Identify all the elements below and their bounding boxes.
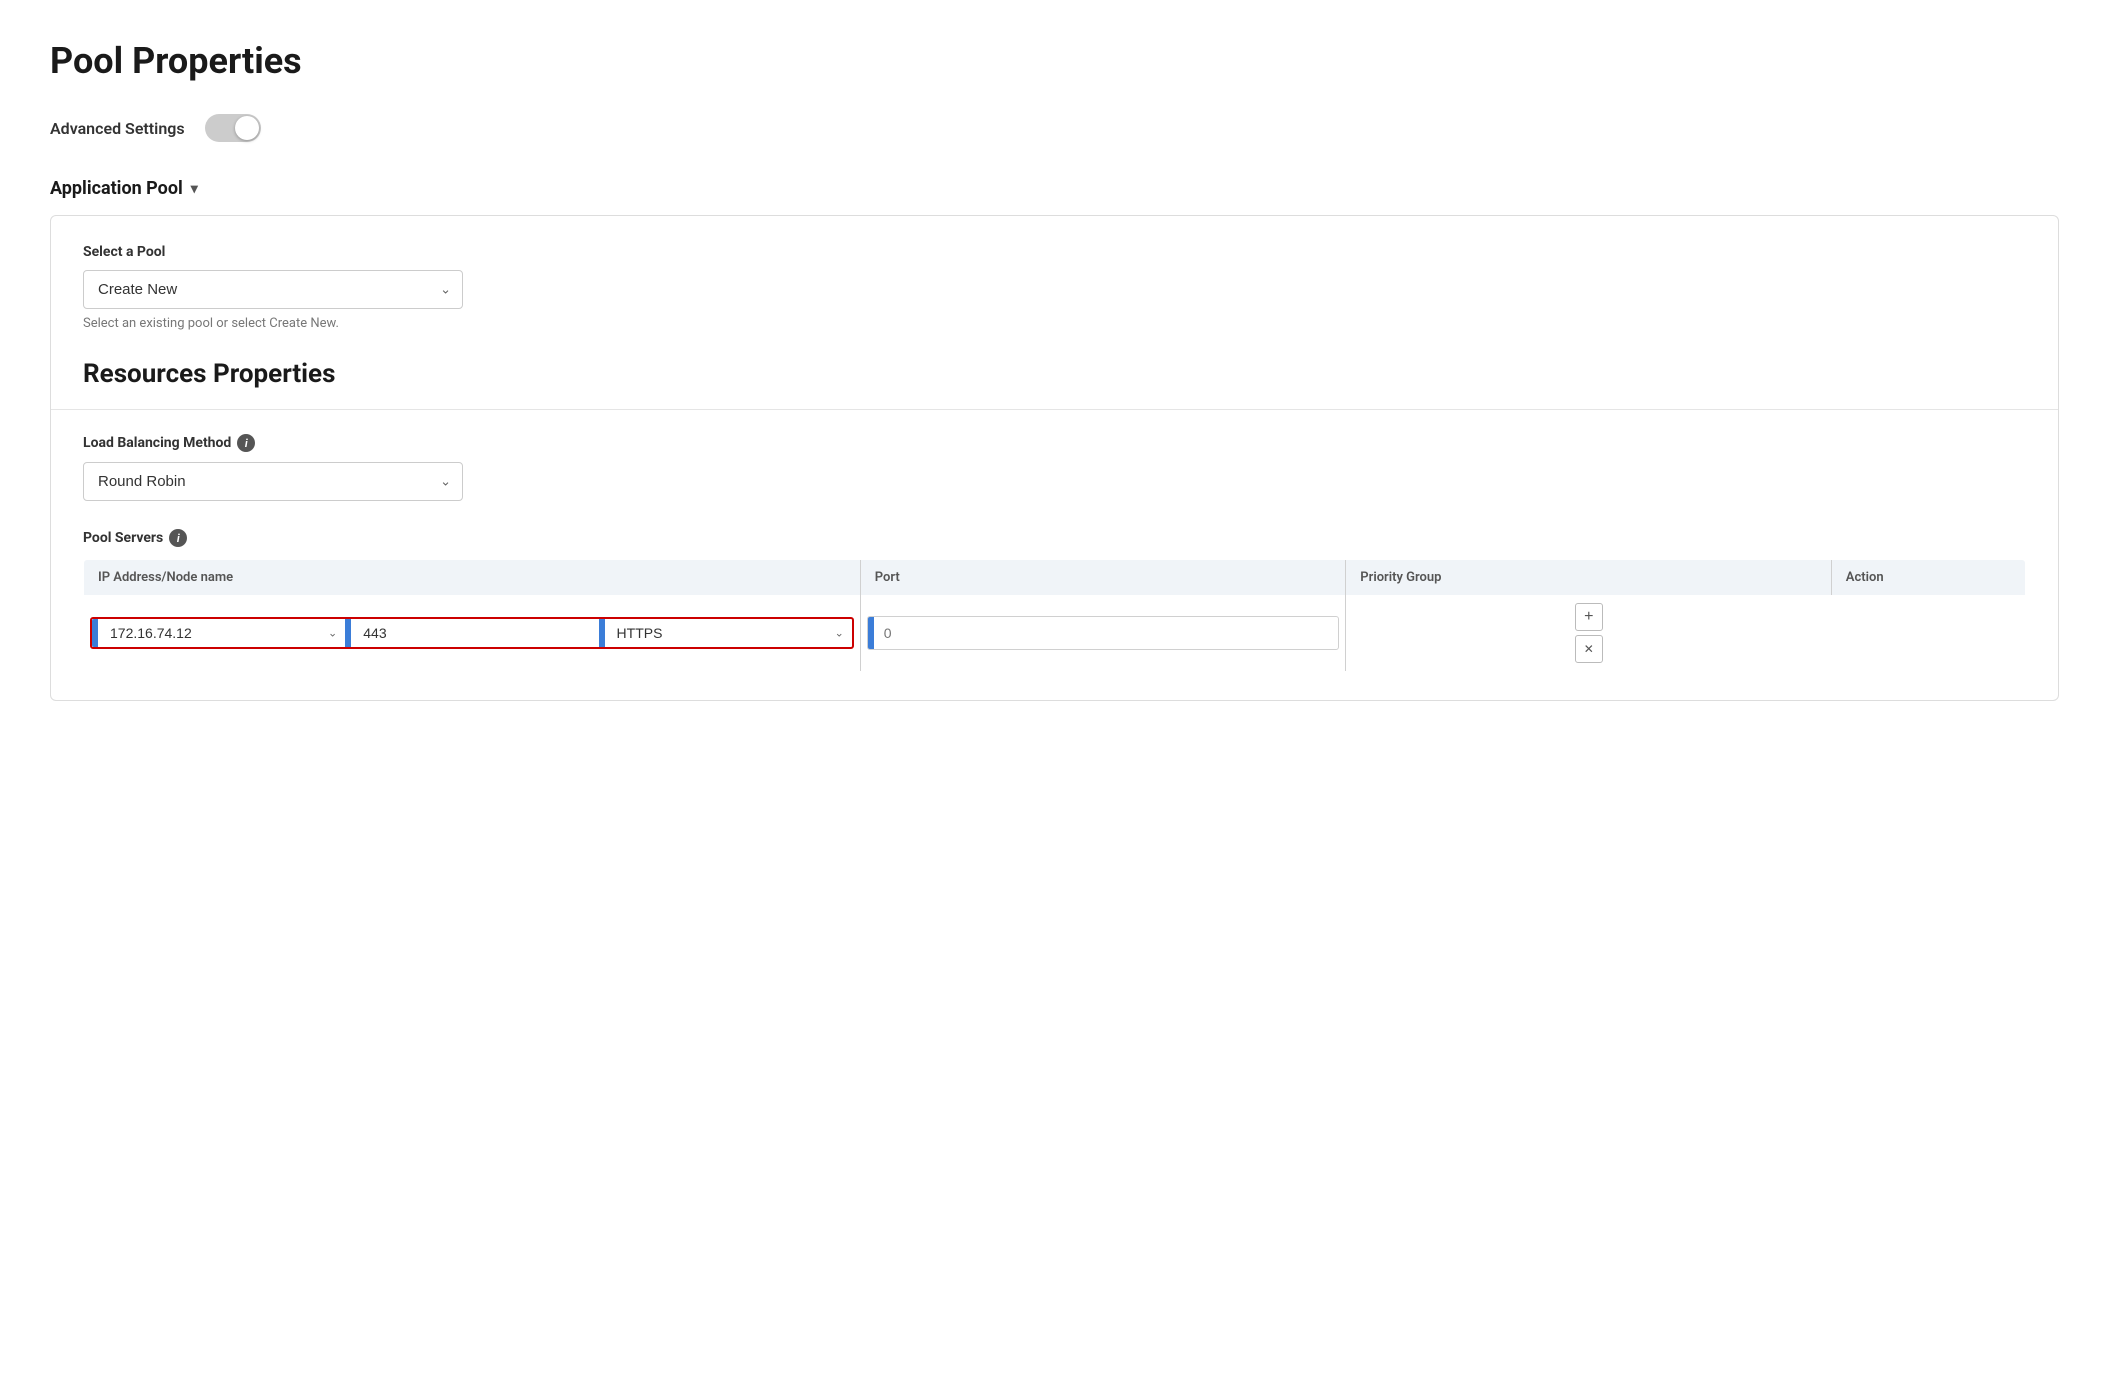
td-priority bbox=[860, 595, 1346, 672]
pool-servers-table: IP Address/Node name Port Priority Group… bbox=[83, 559, 2026, 672]
col-header-action: Action bbox=[1831, 560, 2025, 596]
select-pool-wrapper: Create New Pool 1 Pool 2 ⌄ bbox=[83, 270, 463, 309]
port-input[interactable] bbox=[355, 619, 415, 647]
ip-address-dropdown[interactable]: 172.16.74.12 bbox=[102, 619, 341, 647]
application-pool-section-header[interactable]: Application Pool ▾ bbox=[50, 178, 2059, 199]
load-balancing-dropdown[interactable]: Round Robin Least Connections IP Hash bbox=[83, 462, 463, 501]
add-row-button[interactable]: + bbox=[1575, 603, 1603, 631]
select-pool-field: Select a Pool Create New Pool 1 Pool 2 ⌄… bbox=[83, 244, 2026, 331]
priority-input[interactable] bbox=[874, 617, 1339, 649]
resources-properties-title: Resources Properties bbox=[83, 359, 2026, 389]
load-balancing-field: Load Balancing Method i Round Robin Leas… bbox=[83, 434, 2026, 501]
pool-servers-section: Pool Servers i IP Address/Node name Port… bbox=[83, 529, 2026, 672]
protocol-content: HTTPS HTTP TCP ⌄ bbox=[605, 619, 852, 647]
select-pool-dropdown[interactable]: Create New Pool 1 Pool 2 bbox=[83, 270, 463, 309]
action-buttons-group: + ✕ bbox=[1358, 603, 1819, 663]
remove-row-button[interactable]: ✕ bbox=[1575, 635, 1603, 663]
load-balancing-wrapper: Round Robin Least Connections IP Hash ⌄ bbox=[83, 462, 463, 501]
advanced-settings-label: Advanced Settings bbox=[50, 119, 185, 138]
ip-content: 172.16.74.12 ⌄ bbox=[98, 619, 345, 647]
col-header-priority: Priority Group bbox=[1346, 560, 1832, 596]
pool-servers-info-icon[interactable]: i bbox=[169, 529, 187, 547]
divider bbox=[51, 409, 2058, 410]
protocol-select-container: HTTPS HTTP TCP ⌄ bbox=[609, 619, 848, 647]
select-pool-label: Select a Pool bbox=[83, 244, 2026, 260]
td-action: + ✕ bbox=[1346, 595, 1832, 672]
application-pool-card: Select a Pool Create New Pool 1 Pool 2 ⌄… bbox=[50, 215, 2059, 701]
td-ip: 172.16.74.12 ⌄ bbox=[84, 595, 861, 672]
application-pool-chevron: ▾ bbox=[191, 181, 198, 197]
protocol-dropdown[interactable]: HTTPS HTTP TCP bbox=[609, 619, 848, 647]
advanced-settings-row: Advanced Settings bbox=[50, 114, 2059, 142]
table-row: 172.16.74.12 ⌄ bbox=[84, 595, 2026, 672]
pool-servers-table-body: 172.16.74.12 ⌄ bbox=[84, 595, 2026, 672]
col-header-ip: IP Address/Node name bbox=[84, 560, 861, 596]
select-pool-hint: Select an existing pool or select Create… bbox=[83, 316, 2026, 331]
load-balancing-info-icon[interactable]: i bbox=[237, 434, 255, 452]
page-title: Pool Properties bbox=[50, 40, 2059, 82]
advanced-settings-toggle[interactable] bbox=[205, 114, 261, 142]
pool-servers-table-header: IP Address/Node name Port Priority Group… bbox=[84, 560, 2026, 596]
port-content bbox=[351, 619, 598, 647]
load-balancing-label: Load Balancing Method i bbox=[83, 434, 2026, 452]
pool-servers-label: Pool Servers i bbox=[83, 529, 2026, 547]
ip-select-container: 172.16.74.12 ⌄ bbox=[102, 619, 341, 647]
application-pool-label: Application Pool bbox=[50, 178, 183, 199]
col-header-port: Port bbox=[860, 560, 1346, 596]
